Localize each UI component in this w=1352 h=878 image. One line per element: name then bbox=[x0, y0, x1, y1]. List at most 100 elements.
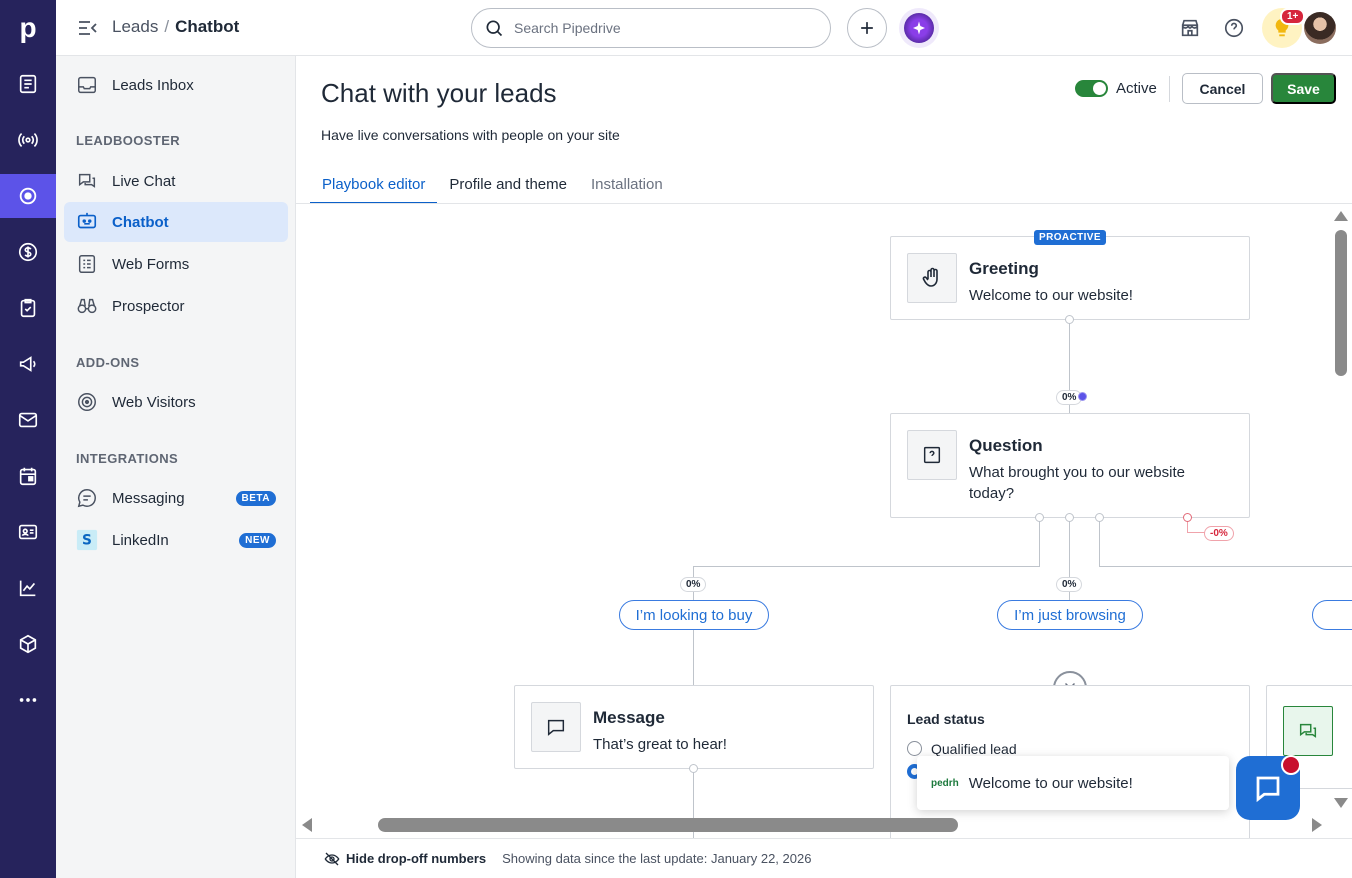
svg-text:S: S bbox=[82, 533, 92, 549]
search-box[interactable] bbox=[471, 8, 831, 48]
sidebar-item-chatbot[interactable]: Chatbot bbox=[64, 202, 288, 242]
speech-bubble-icon bbox=[531, 702, 581, 752]
vertical-scroll-thumb[interactable] bbox=[1335, 230, 1347, 376]
answer-just-browsing[interactable]: I’m just browsing bbox=[997, 600, 1143, 630]
search-icon bbox=[486, 20, 503, 37]
scroll-left-arrow[interactable] bbox=[302, 818, 312, 832]
tab-profile-and-theme[interactable]: Profile and theme bbox=[437, 164, 579, 204]
chat-widget-preview[interactable]: pedrh Welcome to our website! bbox=[917, 756, 1229, 810]
scroll-right-arrow[interactable] bbox=[1312, 818, 1322, 832]
connector-line bbox=[1039, 518, 1040, 567]
answer-looking-to-buy[interactable]: I’m looking to buy bbox=[619, 600, 769, 630]
tab-playbook-editor[interactable]: Playbook editor bbox=[310, 164, 438, 204]
sidebar-item-prospector[interactable]: Prospector bbox=[64, 286, 288, 326]
qualified-lead-label: Qualified lead bbox=[931, 741, 1017, 757]
sidebar-item-leads-inbox[interactable]: Leads Inbox bbox=[64, 65, 288, 105]
breadcrumb: Leads / Chatbot bbox=[112, 17, 239, 37]
question-text: What brought you to our website today? bbox=[969, 464, 1185, 502]
breadcrumb-separator: / bbox=[164, 17, 170, 36]
notification-badge: 1+ bbox=[1280, 8, 1306, 25]
cancel-button[interactable]: Cancel bbox=[1182, 73, 1263, 104]
rail-products-icon[interactable] bbox=[0, 622, 56, 666]
dropoff-pct: -0% bbox=[1204, 526, 1234, 541]
rail-insights-icon[interactable] bbox=[0, 566, 56, 610]
breadcrumb-leads[interactable]: Leads bbox=[112, 17, 158, 37]
sidebar-item-label: Live Chat bbox=[112, 172, 176, 190]
question-node[interactable]: Question What brought you to our website… bbox=[890, 413, 1250, 518]
rail-campaigns-icon[interactable] bbox=[0, 342, 56, 386]
answer-pct: 0% bbox=[1056, 577, 1083, 592]
connector-dot[interactable] bbox=[1065, 513, 1074, 522]
playbook-canvas[interactable]: Greeting Welcome to our website! PROACTI… bbox=[296, 204, 1352, 838]
sidebar-item-web-visitors[interactable]: Web Visitors bbox=[64, 382, 288, 422]
connector-line bbox=[1099, 566, 1352, 567]
user-avatar[interactable] bbox=[1304, 12, 1336, 44]
horizontal-scroll-thumb[interactable] bbox=[378, 818, 958, 832]
dropoff-line bbox=[1187, 532, 1205, 533]
rail-leadbooster-icon[interactable] bbox=[0, 174, 56, 218]
save-button[interactable]: Save bbox=[1271, 73, 1336, 104]
linkedin-sales-icon: S bbox=[76, 529, 98, 551]
chat-bubbles-icon bbox=[78, 173, 96, 188]
chat-launcher-icon bbox=[1256, 776, 1280, 803]
help-icon[interactable] bbox=[1220, 14, 1248, 42]
connector-dot[interactable] bbox=[1065, 315, 1074, 324]
greeting-text: Welcome to our website! bbox=[969, 287, 1133, 304]
dropoff-dot[interactable] bbox=[1183, 513, 1192, 522]
pipedrive-logo[interactable]: p bbox=[0, 0, 56, 56]
message-title: Message bbox=[593, 708, 665, 727]
sidebar-item-label: Messaging bbox=[112, 489, 185, 507]
section-add-ons: ADD-ONS bbox=[76, 355, 140, 370]
sidebar-item-linkedin[interactable]: S LinkedIn NEW bbox=[64, 520, 288, 560]
active-label: Active bbox=[1116, 80, 1157, 97]
sidebar-item-live-chat[interactable]: Live Chat bbox=[64, 161, 288, 201]
sidebar-item-web-forms[interactable]: Web Forms bbox=[64, 244, 288, 284]
greeting-node[interactable]: Greeting Welcome to our website! bbox=[890, 236, 1250, 320]
breadcrumb-current: Chatbot bbox=[175, 17, 240, 36]
lead-status-title: Lead status bbox=[907, 711, 985, 727]
connector-dot[interactable] bbox=[1035, 513, 1044, 522]
rail-activities-icon[interactable] bbox=[0, 286, 56, 330]
connector-dot[interactable] bbox=[689, 764, 698, 773]
new-badge: NEW bbox=[239, 532, 276, 548]
active-toggle[interactable] bbox=[1075, 80, 1108, 97]
hide-dropoff-toggle[interactable]: Hide drop-off numbers bbox=[324, 851, 486, 867]
collapse-menu-icon[interactable] bbox=[76, 16, 100, 40]
scroll-down-arrow[interactable] bbox=[1334, 798, 1348, 808]
section-leadbooster: LEADBOOSTER bbox=[76, 133, 181, 148]
scroll-up-arrow[interactable] bbox=[1334, 211, 1348, 221]
rail-contacts-icon[interactable] bbox=[0, 510, 56, 554]
app-rail: p bbox=[0, 0, 56, 878]
form-icon bbox=[78, 255, 96, 273]
rail-more-icon[interactable] bbox=[0, 678, 56, 722]
qualified-lead-radio[interactable] bbox=[907, 741, 922, 756]
chat-unread-dot bbox=[1281, 755, 1301, 775]
data-since-text: Showing data since the last update: Janu… bbox=[502, 851, 812, 866]
active-connector-dot[interactable] bbox=[1078, 392, 1087, 401]
hide-dropoff-label: Hide drop-off numbers bbox=[346, 851, 487, 866]
live-chat-icon bbox=[1283, 706, 1333, 756]
header-divider bbox=[1169, 76, 1170, 102]
page-subtitle: Have live conversations with people on y… bbox=[321, 127, 620, 143]
rail-deals-icon[interactable] bbox=[0, 230, 56, 274]
marketplace-icon[interactable] bbox=[1176, 14, 1204, 42]
quick-add-button[interactable] bbox=[847, 8, 887, 48]
rail-mail-icon[interactable] bbox=[0, 398, 56, 442]
radar-icon bbox=[78, 393, 96, 411]
ai-assistant-button[interactable] bbox=[899, 8, 939, 48]
top-bar: Leads / Chatbot 1+ bbox=[56, 0, 1352, 56]
sidebar-item-messaging[interactable]: Messaging BETA bbox=[64, 478, 288, 518]
sidebar-item-label: Web Forms bbox=[112, 255, 190, 273]
plus-icon bbox=[861, 22, 873, 34]
message-text: That’s great to hear! bbox=[593, 736, 727, 753]
search-input[interactable] bbox=[514, 20, 804, 36]
inbox-icon bbox=[78, 76, 96, 94]
message-node[interactable]: Message That’s great to hear! bbox=[514, 685, 874, 769]
rail-leads-icon[interactable] bbox=[0, 62, 56, 106]
rail-calendar-icon[interactable] bbox=[0, 454, 56, 498]
tab-installation[interactable]: Installation bbox=[579, 164, 675, 204]
sidebar-item-label: LinkedIn bbox=[112, 531, 169, 549]
rail-broadcast-icon[interactable] bbox=[0, 118, 56, 162]
connector-dot[interactable] bbox=[1095, 513, 1104, 522]
answer-pct: 0% bbox=[680, 577, 707, 592]
